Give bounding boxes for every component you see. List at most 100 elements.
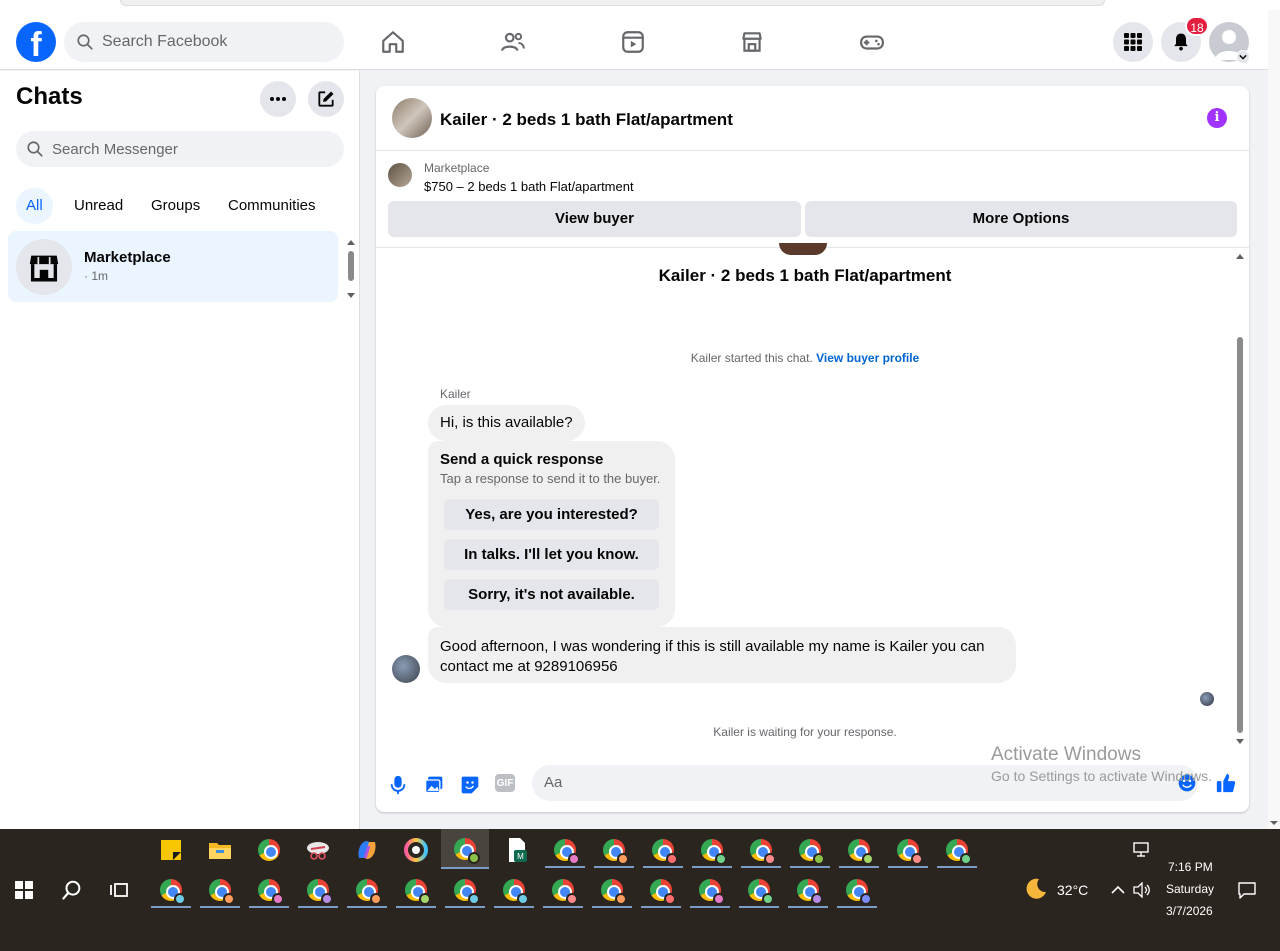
message-bubble[interactable]: Hi, is this available? (428, 405, 585, 441)
search-messenger-placeholder: Search Messenger (52, 140, 178, 158)
quick-reply-in-talks[interactable]: In talks. I'll let you know. (444, 539, 659, 570)
microphone-icon[interactable] (387, 774, 409, 796)
filter-all[interactable]: All (16, 188, 53, 224)
conversation-header: Kailer · 2 beds 1 bath Flat/apartment i (376, 86, 1249, 151)
menu-grid-icon[interactable] (1113, 22, 1153, 62)
taskbar-chrome-profile[interactable] (545, 832, 585, 868)
browser-top-strip (0, 0, 1280, 10)
snipping-tool-icon[interactable] (298, 832, 338, 868)
taskbar-chrome-profile[interactable] (937, 832, 977, 868)
marketplace-icon[interactable] (734, 24, 770, 60)
message-bubble[interactable]: Good afternoon, I was wondering if this … (428, 627, 1016, 683)
taskbar-chrome-profile[interactable] (888, 832, 928, 868)
svg-text:M: M (517, 852, 524, 861)
view-buyer-profile-link[interactable]: View buyer profile (816, 351, 919, 365)
clock-time[interactable]: 7:16 PM (1168, 860, 1213, 874)
quick-response-card: Send a quick response Tap a response to … (428, 441, 675, 627)
taskbar-chrome-profile[interactable] (151, 872, 191, 908)
notification-center-icon[interactable] (1227, 872, 1267, 908)
new-message-button[interactable] (308, 81, 344, 117)
taskbar-chrome-profile[interactable] (594, 832, 634, 868)
conversation-title[interactable]: Kailer · 2 beds 1 bath Flat/apartment (440, 110, 733, 130)
taskbar-chrome-profile[interactable] (788, 872, 828, 908)
document-app-icon[interactable]: M (497, 832, 537, 868)
search-messenger-input[interactable]: Search Messenger (16, 131, 344, 167)
volume-speaker-icon[interactable] (1122, 872, 1162, 908)
marketplace-avatar (16, 239, 72, 295)
clock-date[interactable]: 3/7/2026 (1166, 904, 1213, 918)
page-scrollbar[interactable] (1268, 10, 1280, 829)
task-view-icon[interactable] (100, 872, 140, 908)
taskbar-chrome-profile[interactable] (741, 832, 781, 868)
file-explorer-icon[interactable] (200, 832, 240, 868)
store-icon (29, 255, 59, 282)
more-options-button[interactable]: More Options (805, 201, 1237, 237)
taskbar-chrome-profile[interactable] (641, 872, 681, 908)
chats-title: Chats (16, 83, 83, 110)
emoji-icon[interactable] (1176, 772, 1198, 794)
sticky-notes-icon[interactable] (151, 832, 191, 868)
sender-avatar[interactable] (392, 655, 420, 683)
view-buyer-button[interactable]: View buyer (388, 201, 801, 237)
taskbar-chrome-profile[interactable] (396, 872, 436, 908)
taskbar-chrome-profile[interactable] (445, 872, 485, 908)
account-chevron-down-icon[interactable] (1236, 50, 1250, 64)
taskbar-chrome-profile[interactable] (298, 872, 338, 908)
chrome-icon[interactable] (249, 832, 289, 868)
chats-options-button[interactable] (260, 81, 296, 117)
filter-groups[interactable]: Groups (141, 188, 210, 224)
chats-sidebar: Chats Search Messenger All Unread Groups… (0, 71, 360, 829)
chat-item-marketplace[interactable]: Marketplace · 1m (8, 231, 338, 302)
info-icon[interactable]: i (1207, 108, 1227, 128)
copilot-icon[interactable] (347, 832, 387, 868)
clock-day[interactable]: Saturday (1166, 882, 1214, 896)
chat-list-scrollbar[interactable] (346, 237, 356, 301)
photos-app-icon[interactable] (396, 832, 436, 868)
weather-moon-icon[interactable] (1016, 871, 1056, 907)
browser-address-area (120, 0, 1105, 6)
taskbar-chrome-profile[interactable] (739, 872, 779, 908)
listing-thumbnail[interactable] (388, 163, 412, 187)
thumbs-up-icon[interactable] (1215, 772, 1237, 794)
filter-unread[interactable]: Unread (64, 188, 133, 224)
marketplace-listing-bar: Marketplace $750 – 2 beds 1 bath Flat/ap… (376, 151, 1249, 248)
taskbar-chrome-profile[interactable] (790, 832, 830, 868)
home-icon[interactable] (375, 24, 411, 60)
taskbar-chrome-profile[interactable] (200, 872, 240, 908)
quick-reply-yes[interactable]: Yes, are you interested? (444, 499, 659, 530)
gaming-icon[interactable] (854, 24, 890, 60)
taskbar-chrome-profile[interactable] (592, 872, 632, 908)
taskbar-chrome-profile-active[interactable] (441, 829, 489, 869)
video-icon[interactable] (615, 24, 651, 60)
windows-start-icon[interactable] (4, 872, 44, 908)
thread-scrollbar[interactable] (1234, 249, 1246, 749)
quick-reply-not-available[interactable]: Sorry, it's not available. (444, 579, 659, 610)
taskbar-search-icon[interactable] (52, 872, 92, 908)
friends-icon[interactable] (495, 24, 531, 60)
compose-icon (318, 91, 334, 107)
quick-response-subtitle: Tap a response to send it to the buyer. (440, 471, 661, 486)
weather-temperature[interactable]: 32°C (1057, 882, 1088, 898)
facebook-logo[interactable]: f (16, 22, 56, 62)
taskbar-chrome-profile[interactable] (494, 872, 534, 908)
sticker-icon[interactable] (459, 774, 481, 796)
listing-price-title[interactable]: $750 – 2 beds 1 bath Flat/apartment (424, 179, 634, 194)
message-input[interactable]: Aa (532, 765, 1198, 801)
taskbar-chrome-profile[interactable] (347, 872, 387, 908)
conversation-avatar[interactable] (392, 98, 432, 138)
taskbar-chrome-profile[interactable] (643, 832, 683, 868)
chat-started-text: Kailer started this chat. (690, 351, 813, 365)
quick-response-title: Send a quick response (440, 451, 604, 468)
taskbar-chrome-profile[interactable] (837, 872, 877, 908)
gif-icon[interactable]: GIF (495, 774, 515, 792)
taskbar-chrome-profile[interactable] (690, 872, 730, 908)
taskbar-chrome-profile[interactable] (249, 872, 289, 908)
photo-icon[interactable] (423, 774, 445, 796)
taskbar-chrome-profile[interactable] (839, 832, 879, 868)
search-facebook-input[interactable]: Search Facebook (64, 22, 344, 62)
network-display-icon[interactable] (1121, 832, 1161, 868)
taskbar-chrome-profile[interactable] (543, 872, 583, 908)
taskbar-chrome-profile[interactable] (692, 832, 732, 868)
filter-communities[interactable]: Communities (218, 188, 326, 224)
top-navigation: f Search Facebook 18 (0, 10, 1268, 70)
